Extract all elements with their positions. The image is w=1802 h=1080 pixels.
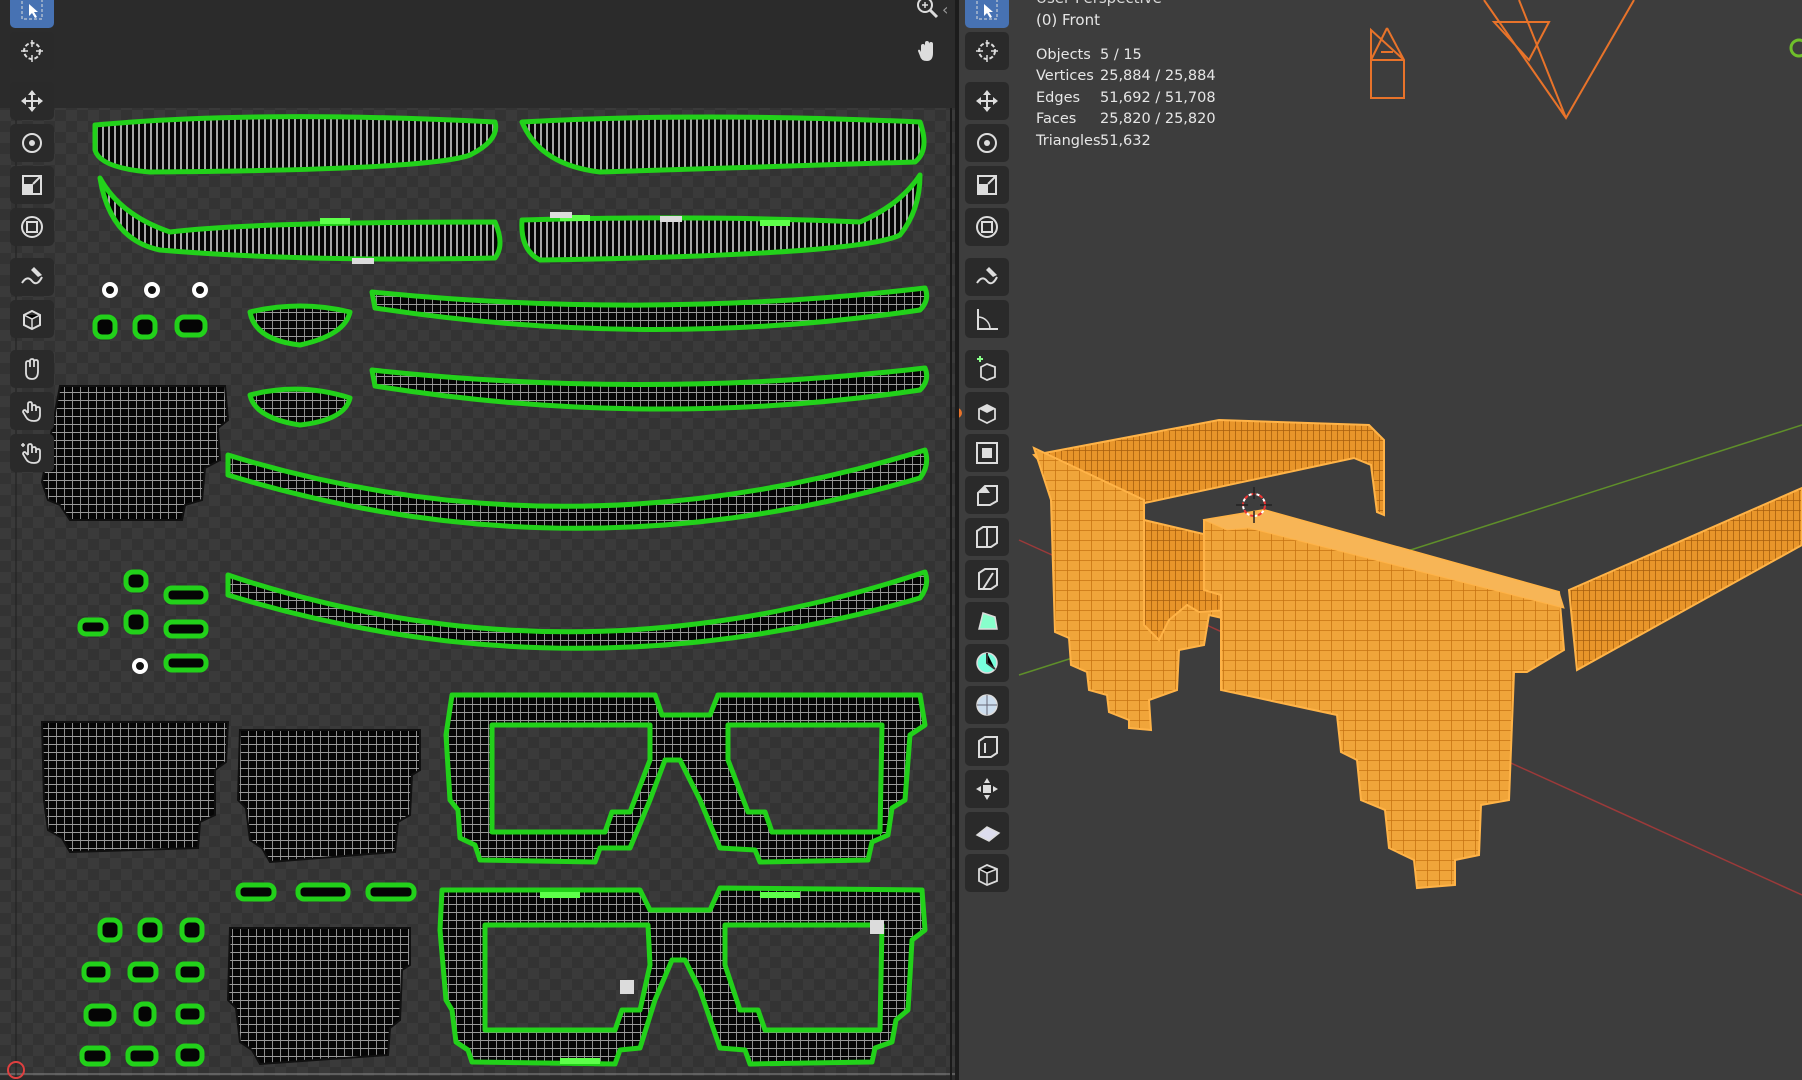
annotate-tool[interactable] (10, 258, 54, 296)
vp-extrude-tool[interactable] (965, 392, 1009, 430)
grab-icon (25, 358, 39, 380)
loop-cut-icon (976, 526, 998, 548)
scale-tool[interactable] (10, 166, 54, 204)
vp-spin-tool[interactable] (965, 644, 1009, 682)
zoom-icon (917, 0, 939, 19)
rotate-icon (977, 133, 997, 153)
select-box-icon (976, 0, 998, 20)
stat-row: Faces 25,820 / 25,820 (1036, 111, 1216, 128)
pan-button[interactable] (912, 36, 942, 66)
scale-icon (22, 175, 42, 195)
stat-row: Triangles 51,632 (1036, 132, 1151, 149)
vp-inset-tool[interactable] (965, 434, 1009, 472)
extrude-icon (978, 403, 996, 425)
vp-select-box-tool[interactable] (965, 0, 1009, 28)
view-sub: (0) Front (1036, 11, 1100, 29)
vp-smooth-tool[interactable] (965, 686, 1009, 724)
stat-row: Edges 51,692 / 51,708 (1036, 89, 1216, 106)
stat-row: Objects 5 / 15 (1036, 46, 1142, 63)
viewport-toolbar (965, 0, 1009, 896)
stat-row: Vertices 25,884 / 25,884 (1036, 68, 1216, 85)
cursor-tool[interactable] (10, 32, 54, 70)
vp-poly-build-tool[interactable] (965, 602, 1009, 640)
vp-move-tool[interactable] (965, 82, 1009, 120)
knife-icon (978, 568, 998, 590)
vp-shear-tool[interactable] (965, 812, 1009, 850)
relax-tool[interactable] (10, 392, 54, 430)
move-icon (21, 90, 43, 112)
measure-icon (977, 309, 998, 330)
box-tool[interactable] (10, 300, 54, 338)
vp-rotate-tool[interactable] (965, 124, 1009, 162)
poly-build-icon (978, 612, 998, 630)
uv-island-brow-right-top (519, 114, 927, 175)
rotate-icon (22, 133, 42, 153)
scene-statistics: Objects 5 / 15 Vertices 25,884 / 25,884 Ed… (1036, 44, 1216, 152)
viewport-canvas[interactable] (959, 0, 1802, 1080)
uv-toolbar (10, 0, 54, 476)
transform-icon (21, 216, 43, 238)
rotate-tool[interactable] (10, 124, 54, 162)
pinch-tool[interactable] (10, 434, 54, 472)
hand-icon (918, 41, 933, 61)
uv-nav-gizmo (912, 0, 942, 66)
vp-bevel-tool[interactable] (965, 476, 1009, 514)
vp-knife-tool[interactable] (965, 560, 1009, 598)
3d-viewport[interactable] (959, 0, 1802, 1080)
select-box-tool[interactable] (10, 0, 54, 28)
pinch-icon (21, 443, 41, 464)
select-box-icon (21, 0, 43, 20)
shear-icon (975, 826, 1001, 842)
cube-icon (23, 309, 41, 331)
viewport-header-text: User Perspective (0) Front (1036, 0, 1162, 31)
shrink-icon (976, 778, 998, 800)
transform-tool[interactable] (10, 208, 54, 246)
move-icon (976, 90, 998, 112)
rip-icon (978, 864, 998, 886)
annotate-icon (976, 267, 998, 285)
move-tool[interactable] (10, 82, 54, 120)
zoom-button[interactable] (912, 0, 942, 22)
uv-editor[interactable]: ‹ (0, 0, 955, 1080)
add-cube-icon (977, 356, 996, 381)
annotate-icon (21, 267, 43, 285)
vp-loop-cut-tool[interactable] (965, 518, 1009, 556)
vp-rip-tool[interactable] (965, 854, 1009, 892)
grab-tool[interactable] (10, 350, 54, 388)
scale-icon (977, 175, 997, 195)
vp-cursor-tool[interactable] (965, 32, 1009, 70)
vp-measure-tool[interactable] (965, 300, 1009, 338)
sidebar-collapse-arrow[interactable]: ‹ (942, 0, 948, 19)
vp-annotate-tool[interactable] (965, 258, 1009, 296)
bevel-icon (977, 485, 998, 506)
vp-edge-slide-tool[interactable] (965, 728, 1009, 766)
relax-icon (22, 401, 41, 422)
spin-icon (976, 652, 998, 674)
vp-transform-tool[interactable] (965, 208, 1009, 246)
vp-scale-tool[interactable] (965, 166, 1009, 204)
edge-slide-icon (978, 736, 998, 758)
transform-icon (976, 216, 998, 238)
uv-island-brow-left-top (92, 114, 499, 175)
uv-canvas[interactable] (0, 0, 955, 1080)
vp-add-cube-tool[interactable] (965, 350, 1009, 388)
vp-shrink-tool[interactable] (965, 770, 1009, 808)
inset-icon (976, 442, 998, 464)
cursor-icon (976, 40, 998, 62)
cursor-icon (21, 40, 43, 62)
smooth-icon (976, 694, 998, 716)
view-name: User Perspective (1036, 0, 1162, 9)
